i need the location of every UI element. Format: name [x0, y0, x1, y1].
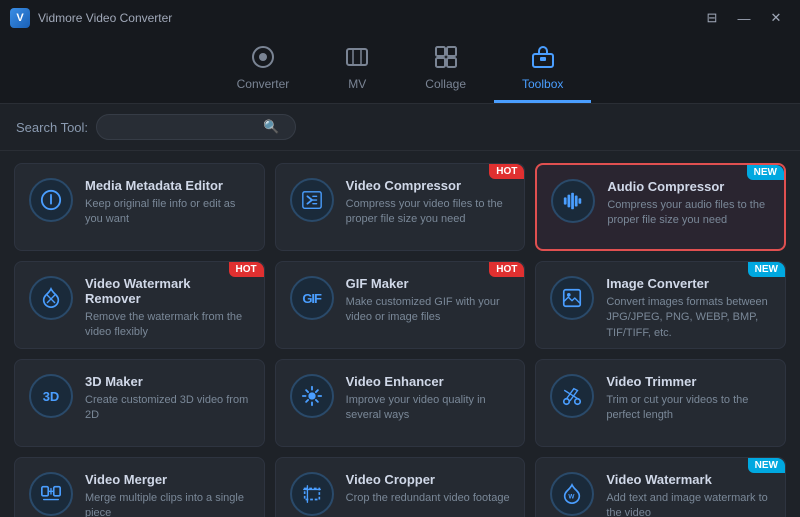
search-input[interactable] — [107, 120, 257, 134]
title-bar-left: V Vidmore Video Converter — [10, 8, 172, 28]
tool-name-3d-maker: 3D Maker — [85, 374, 250, 389]
tools-grid: Media Metadata Editor Keep original file… — [0, 151, 800, 517]
tool-icon-video-watermark: W — [550, 472, 594, 516]
converter-label: Converter — [237, 77, 290, 91]
tool-name-video-enhancer: Video Enhancer — [346, 374, 511, 389]
title-bar: V Vidmore Video Converter ⊟ — ✕ — [0, 0, 800, 36]
tool-card-audio-compressor[interactable]: New Audio Compressor Compress your audio… — [535, 163, 786, 251]
badge-audio-compressor: New — [747, 165, 784, 180]
tool-desc-video-compressor: Compress your video files to the proper … — [346, 197, 511, 228]
badge-video-compressor: Hot — [489, 164, 524, 179]
tool-icon-image-converter — [550, 276, 594, 320]
svg-text:W: W — [569, 494, 576, 501]
search-bar: Search Tool: 🔍 — [0, 104, 800, 151]
tool-name-video-watermark: Video Watermark — [606, 472, 771, 487]
nav-item-collage[interactable]: Collage — [397, 36, 494, 103]
tool-text-video-merger: Video Merger Merge multiple clips into a… — [85, 472, 250, 517]
tool-desc-video-cropper: Crop the redundant video footage — [346, 491, 511, 506]
minimize-button[interactable]: ⊟ — [698, 8, 726, 28]
maximize-button[interactable]: — — [730, 8, 758, 28]
tool-icon-video-watermark-remover — [29, 276, 73, 320]
collage-icon — [434, 45, 458, 73]
badge-image-converter: New — [748, 262, 785, 277]
tool-text-media-metadata-editor: Media Metadata Editor Keep original file… — [85, 178, 250, 228]
tool-card-video-watermark-remover[interactable]: Hot Video Watermark Remover Remove the w… — [14, 261, 265, 349]
search-label: Search Tool: — [16, 120, 88, 135]
app-title: Vidmore Video Converter — [38, 11, 172, 25]
tool-card-video-watermark[interactable]: New W Video Watermark Add text and image… — [535, 457, 786, 517]
tool-icon-3d-maker: 3D — [29, 374, 73, 418]
tool-text-3d-maker: 3D Maker Create customized 3D video from… — [85, 374, 250, 424]
nav-bar: Converter MV Collage — [0, 36, 800, 104]
mv-icon — [345, 45, 369, 73]
badge-video-watermark-remover: Hot — [229, 262, 264, 277]
tool-icon-video-trimmer — [550, 374, 594, 418]
tool-desc-video-merger: Merge multiple clips into a single piece — [85, 491, 250, 517]
tool-card-video-cropper[interactable]: Video Cropper Crop the redundant video f… — [275, 457, 526, 517]
tool-card-gif-maker[interactable]: Hot GIF GIF Maker Make customized GIF wi… — [275, 261, 526, 349]
tool-card-media-metadata-editor[interactable]: Media Metadata Editor Keep original file… — [14, 163, 265, 251]
mv-label: MV — [348, 77, 366, 91]
tool-desc-audio-compressor: Compress your audio files to the proper … — [607, 198, 770, 229]
badge-video-watermark: New — [748, 458, 785, 473]
tool-desc-video-enhancer: Improve your video quality in several wa… — [346, 393, 511, 424]
tool-desc-video-trimmer: Trim or cut your videos to the perfect l… — [606, 393, 771, 424]
tool-name-video-trimmer: Video Trimmer — [606, 374, 771, 389]
toolbox-icon — [531, 45, 555, 73]
tool-card-video-enhancer[interactable]: Video Enhancer Improve your video qualit… — [275, 359, 526, 447]
tool-text-gif-maker: GIF Maker Make customized GIF with your … — [346, 276, 511, 326]
tool-name-media-metadata-editor: Media Metadata Editor — [85, 178, 250, 193]
tool-desc-gif-maker: Make customized GIF with your video or i… — [346, 295, 511, 326]
tool-card-video-compressor[interactable]: Hot Video Compressor Compress your video… — [275, 163, 526, 251]
tool-icon-video-compressor — [290, 178, 334, 222]
tool-name-video-cropper: Video Cropper — [346, 472, 511, 487]
tool-card-video-merger[interactable]: Video Merger Merge multiple clips into a… — [14, 457, 265, 517]
search-icon: 🔍 — [263, 119, 279, 135]
tool-name-video-merger: Video Merger — [85, 472, 250, 487]
tool-name-audio-compressor: Audio Compressor — [607, 179, 770, 194]
tool-text-image-converter: Image Converter Convert images formats b… — [606, 276, 771, 341]
tool-card-3d-maker[interactable]: 3D 3D Maker Create customized 3D video f… — [14, 359, 265, 447]
close-button[interactable]: ✕ — [762, 8, 790, 28]
tool-card-image-converter[interactable]: New Image Converter Convert images forma… — [535, 261, 786, 349]
tool-name-video-watermark-remover: Video Watermark Remover — [85, 276, 250, 306]
tool-desc-video-watermark-remover: Remove the watermark from the video flex… — [85, 310, 250, 341]
tool-text-video-compressor: Video Compressor Compress your video fil… — [346, 178, 511, 228]
nav-item-toolbox[interactable]: Toolbox — [494, 36, 591, 103]
tool-text-video-watermark: Video Watermark Add text and image water… — [606, 472, 771, 517]
search-input-wrap[interactable]: 🔍 — [96, 114, 296, 140]
tool-icon-audio-compressor — [551, 179, 595, 223]
tool-text-video-trimmer: Video Trimmer Trim or cut your videos to… — [606, 374, 771, 424]
tool-desc-video-watermark: Add text and image watermark to the vide… — [606, 491, 771, 517]
tool-text-video-enhancer: Video Enhancer Improve your video qualit… — [346, 374, 511, 424]
tool-text-video-watermark-remover: Video Watermark Remover Remove the water… — [85, 276, 250, 341]
collage-label: Collage — [425, 77, 466, 91]
toolbox-label: Toolbox — [522, 77, 563, 91]
app-icon: V — [10, 8, 30, 28]
tool-icon-video-merger — [29, 472, 73, 516]
tool-name-image-converter: Image Converter — [606, 276, 771, 291]
tool-desc-3d-maker: Create customized 3D video from 2D — [85, 393, 250, 424]
converter-icon — [251, 45, 275, 73]
tool-desc-image-converter: Convert images formats between JPG/JPEG,… — [606, 295, 771, 341]
tool-name-gif-maker: GIF Maker — [346, 276, 511, 291]
tool-name-video-compressor: Video Compressor — [346, 178, 511, 193]
tool-icon-media-metadata-editor — [29, 178, 73, 222]
badge-gif-maker: Hot — [489, 262, 524, 277]
tool-icon-gif-maker: GIF — [290, 276, 334, 320]
nav-item-converter[interactable]: Converter — [209, 36, 318, 103]
tool-desc-media-metadata-editor: Keep original file info or edit as you w… — [85, 197, 250, 228]
nav-item-mv[interactable]: MV — [317, 36, 397, 103]
tool-text-audio-compressor: Audio Compressor Compress your audio fil… — [607, 179, 770, 229]
tool-text-video-cropper: Video Cropper Crop the redundant video f… — [346, 472, 511, 506]
tool-icon-video-cropper — [290, 472, 334, 516]
title-bar-controls: ⊟ — ✕ — [698, 8, 790, 28]
tool-card-video-trimmer[interactable]: Video Trimmer Trim or cut your videos to… — [535, 359, 786, 447]
tool-icon-video-enhancer — [290, 374, 334, 418]
